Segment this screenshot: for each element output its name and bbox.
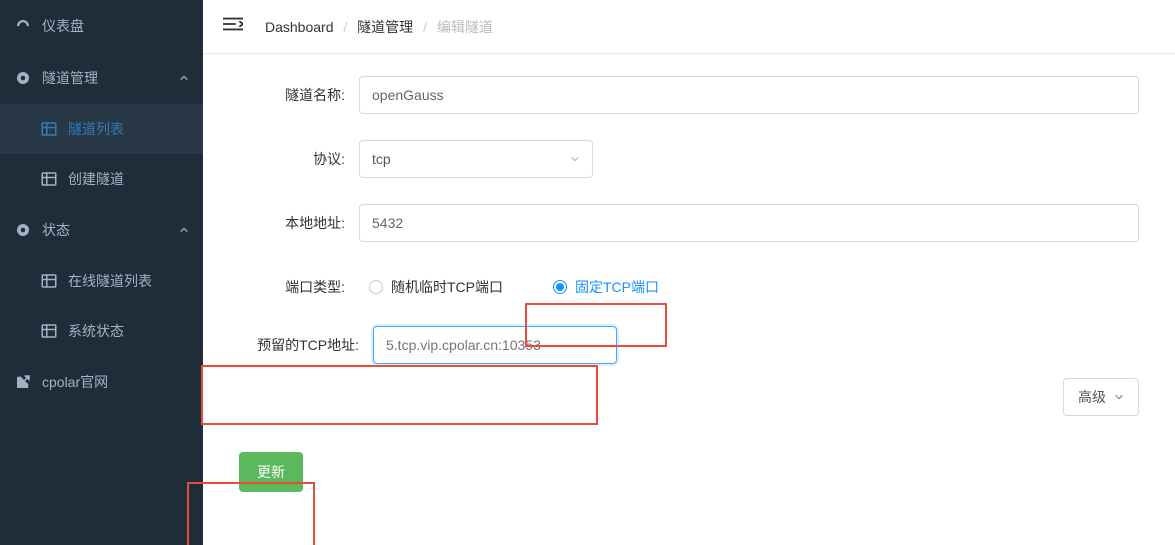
advanced-button[interactable]: 高级: [1063, 378, 1139, 416]
label-tunnel-name: 隧道名称:: [239, 85, 359, 105]
advanced-button-label: 高级: [1078, 387, 1106, 407]
input-reserved-tcp[interactable]: [373, 326, 617, 364]
radio-port-random[interactable]: 随机临时TCP端口: [359, 271, 513, 303]
menu-toggle-icon[interactable]: [223, 17, 243, 36]
radio-group-port-type: 随机临时TCP端口 固定TCP端口: [359, 271, 699, 303]
chevron-up-icon: [179, 70, 189, 86]
status-icon: [14, 221, 32, 239]
breadcrumb: Dashboard / 隧道管理 / 编辑隧道: [265, 17, 493, 37]
radio-label-random: 随机临时TCP端口: [391, 277, 503, 297]
sidebar: 仪表盘 隧道管理 隧道列表 创建隧道 状态 在线隧道列表: [0, 0, 203, 545]
breadcrumb-dashboard[interactable]: Dashboard: [265, 19, 334, 35]
row-local-address: 本地地址:: [239, 204, 1139, 242]
main: Dashboard / 隧道管理 / 编辑隧道 隧道名称: 协议: tcp 本地…: [203, 0, 1175, 545]
grid-icon: [40, 170, 58, 188]
sidebar-label-tunnel-list: 隧道列表: [68, 119, 189, 139]
sidebar-item-system-status[interactable]: 系统状态: [0, 306, 203, 356]
radio-circle-icon: [369, 280, 383, 294]
input-local-address[interactable]: [359, 204, 1139, 242]
label-protocol: 协议:: [239, 149, 359, 169]
tunnel-icon: [14, 69, 32, 87]
row-update: 更新: [239, 452, 1139, 492]
grid-icon: [40, 272, 58, 290]
dashboard-icon: [14, 17, 32, 35]
label-port-type: 端口类型:: [239, 277, 359, 297]
chevron-down-icon: [570, 151, 580, 167]
row-port-type: 端口类型: 随机临时TCP端口 固定TCP端口: [239, 268, 1139, 306]
label-local-address: 本地地址:: [239, 213, 359, 233]
sidebar-label-status: 状态: [42, 220, 189, 240]
sidebar-item-cpolar-site[interactable]: cpolar官网: [0, 356, 203, 408]
sidebar-item-online-tunnels[interactable]: 在线隧道列表: [0, 256, 203, 306]
sidebar-label-dashboard: 仪表盘: [42, 16, 189, 36]
breadcrumb-sep: /: [423, 19, 427, 35]
row-advanced: 高级: [239, 378, 1139, 416]
radio-port-fixed[interactable]: 固定TCP端口: [543, 271, 669, 303]
sidebar-item-dashboard[interactable]: 仪表盘: [0, 0, 203, 52]
breadcrumb-edit: 编辑隧道: [437, 19, 493, 35]
sidebar-label-tunnel-create: 创建隧道: [68, 169, 189, 189]
label-reserved-tcp: 预留的TCP地址:: [239, 335, 373, 355]
row-tunnel-name: 隧道名称:: [239, 76, 1139, 114]
sidebar-label-tunnel-mgmt: 隧道管理: [42, 68, 189, 88]
input-tunnel-name[interactable]: [359, 76, 1139, 114]
sidebar-item-tunnel-list[interactable]: 隧道列表: [0, 104, 203, 154]
sidebar-item-status[interactable]: 状态: [0, 204, 203, 256]
radio-circle-icon: [553, 280, 567, 294]
grid-icon: [40, 322, 58, 340]
caret-down-icon: [1114, 392, 1124, 402]
sidebar-item-tunnel-create[interactable]: 创建隧道: [0, 154, 203, 204]
row-protocol: 协议: tcp: [239, 140, 1139, 178]
row-reserved-tcp: 预留的TCP地址:: [239, 326, 1139, 364]
breadcrumb-sep: /: [343, 19, 347, 35]
sidebar-label-cpolar-site: cpolar官网: [42, 372, 189, 392]
select-protocol-value: tcp: [372, 151, 391, 167]
sidebar-label-system-status: 系统状态: [68, 321, 189, 341]
select-protocol[interactable]: tcp: [359, 140, 593, 178]
sidebar-label-online-tunnels: 在线隧道列表: [68, 271, 189, 291]
radio-label-fixed: 固定TCP端口: [575, 277, 659, 297]
form-area: 隧道名称: 协议: tcp 本地地址: 端口类型: 随机临时TC: [203, 54, 1175, 492]
topbar: Dashboard / 隧道管理 / 编辑隧道: [203, 0, 1175, 54]
chevron-up-icon: [179, 222, 189, 238]
external-link-icon: [14, 373, 32, 391]
update-button[interactable]: 更新: [239, 452, 303, 492]
grid-icon: [40, 120, 58, 138]
breadcrumb-tunnel-mgmt[interactable]: 隧道管理: [357, 19, 413, 35]
sidebar-item-tunnel-mgmt[interactable]: 隧道管理: [0, 52, 203, 104]
